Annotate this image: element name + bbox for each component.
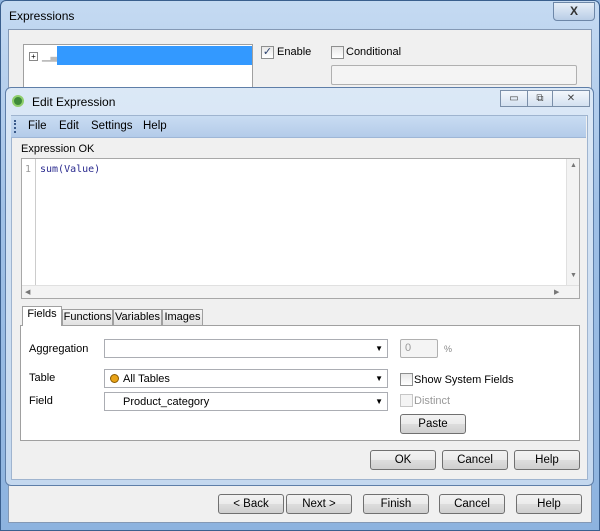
menu-settings[interactable]: Settings	[91, 120, 133, 132]
dialog-cancel-button[interactable]: Cancel	[442, 450, 508, 470]
distinct-checkbox[interactable]	[400, 394, 413, 407]
dialog-close-button[interactable]: ✕	[552, 90, 590, 107]
restore-button[interactable]: ⧉	[527, 90, 553, 107]
field-dropdown[interactable]: Product_category ▼	[104, 392, 388, 411]
tab-images[interactable]: Images	[162, 309, 203, 326]
percent-input[interactable]: 0	[400, 339, 438, 358]
conditional-label: Conditional	[346, 46, 402, 58]
show-system-fields-checkbox[interactable]	[400, 373, 413, 386]
conditional-input[interactable]	[331, 65, 577, 85]
field-label: Field	[29, 395, 53, 407]
scroll-right-icon[interactable]: ▶	[554, 288, 559, 296]
window-title: Expressions	[9, 9, 75, 23]
cancel-button[interactable]: Cancel	[439, 494, 505, 514]
tab-fields[interactable]: Fields	[22, 306, 62, 326]
table-dropdown[interactable]: All Tables ▼	[104, 369, 388, 388]
table-dot-icon	[110, 374, 119, 383]
conditional-checkbox[interactable]	[331, 46, 344, 59]
scroll-down-icon[interactable]: ▼	[570, 272, 577, 279]
next-button[interactable]: Next >	[286, 494, 352, 514]
dropdown-arrow-icon: ▼	[375, 344, 383, 353]
expand-icon[interactable]: +	[29, 52, 38, 61]
dropdown-arrow-icon: ▼	[375, 397, 383, 406]
qlikview-icon	[12, 95, 24, 107]
close-button[interactable]: X	[553, 2, 595, 21]
aggregation-label: Aggregation	[29, 343, 89, 355]
finish-button[interactable]: Finish	[363, 494, 429, 514]
expression-editor[interactable]: 1 sum(Value) ▲ ▼ ◀ ▶	[21, 158, 580, 299]
table-label: Table	[29, 372, 56, 384]
percent-symbol: %	[444, 344, 453, 354]
back-button[interactable]: < Back	[218, 494, 284, 514]
dialog-help-button[interactable]: Help	[514, 450, 580, 470]
ok-button[interactable]: OK	[370, 450, 436, 470]
minimize-button[interactable]: ▭	[500, 90, 528, 107]
line-number: 1	[22, 159, 36, 285]
paste-button[interactable]: Paste	[400, 414, 466, 434]
help-button[interactable]: Help	[516, 494, 582, 514]
table-value: All Tables	[123, 373, 170, 385]
dropdown-arrow-icon: ▼	[375, 374, 383, 383]
expression-code[interactable]: sum(Value)	[40, 164, 100, 175]
tab-variables[interactable]: Variables	[113, 309, 162, 326]
menu-edit[interactable]: Edit	[59, 120, 79, 132]
enable-checkbox[interactable]: ✓	[261, 46, 274, 59]
dialog-title: Edit Expression	[32, 95, 116, 109]
expression-status: Expression OK	[21, 143, 95, 155]
grip-icon	[14, 120, 16, 133]
distinct-label: Distinct	[414, 395, 451, 407]
menu-help[interactable]: Help	[143, 120, 167, 132]
scroll-up-icon[interactable]: ▲	[570, 162, 577, 169]
enable-label: Enable	[277, 46, 312, 58]
horizontal-scrollbar[interactable]: ◀ ▶	[22, 285, 579, 298]
vertical-scrollbar[interactable]: ▲ ▼	[566, 159, 579, 285]
selected-expression-row[interactable]	[57, 46, 252, 65]
aggregation-dropdown[interactable]: ▼	[104, 339, 388, 358]
field-value: Product_category	[123, 396, 210, 408]
scroll-left-icon[interactable]: ◀	[25, 288, 30, 296]
menu-bar: File Edit Settings Help	[11, 116, 586, 138]
show-system-fields-label: Show System Fields	[414, 374, 514, 386]
tab-functions[interactable]: Functions	[62, 309, 113, 326]
menu-file[interactable]: File	[28, 120, 47, 132]
